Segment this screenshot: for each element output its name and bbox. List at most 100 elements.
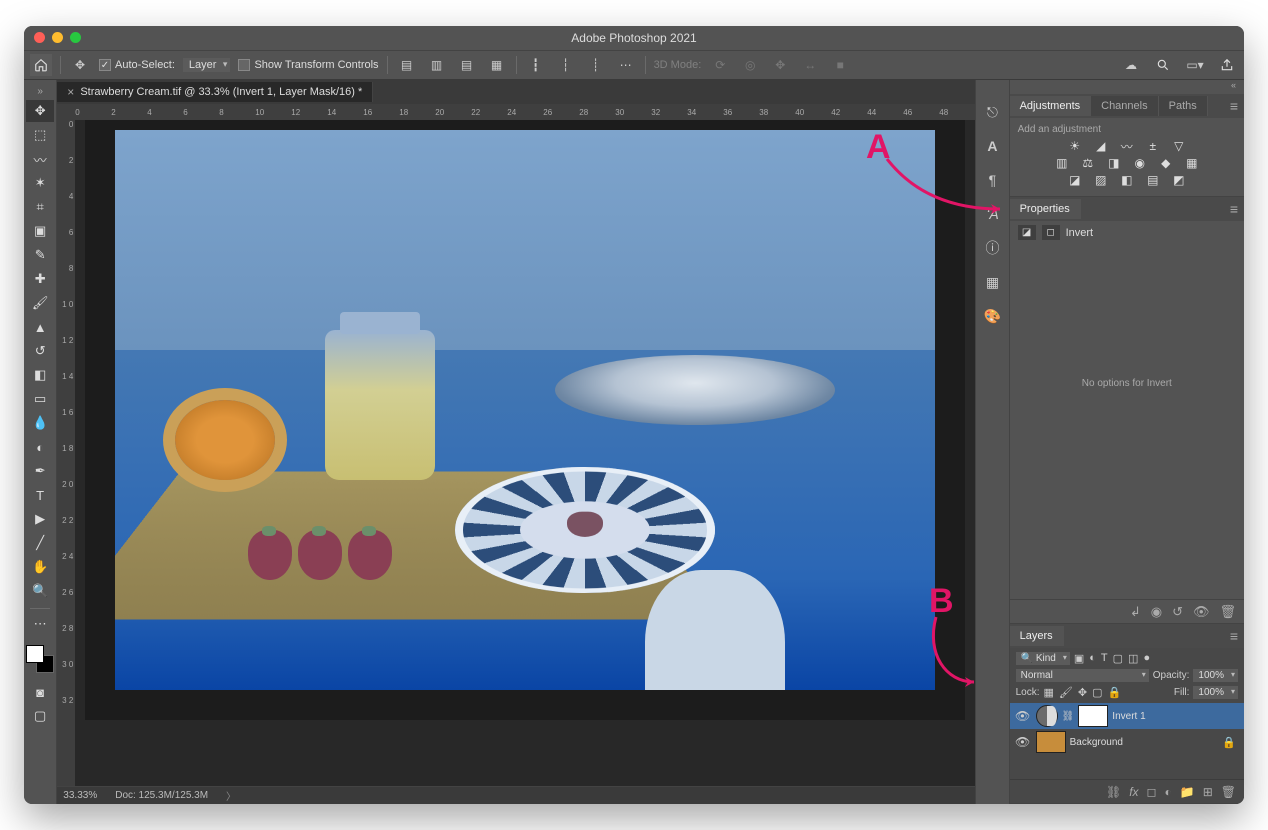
search-button[interactable] bbox=[1152, 54, 1174, 76]
clip-to-layer-icon[interactable]: ↲ bbox=[1130, 604, 1141, 620]
crop-tool[interactable]: ⌗ bbox=[26, 196, 54, 218]
edit-toolbar-button[interactable]: ⋯ bbox=[26, 613, 54, 635]
exposure-icon[interactable]: ± bbox=[1144, 139, 1162, 153]
new-layer-icon[interactable]: ⊞ bbox=[1203, 785, 1213, 799]
foreground-color-swatch[interactable] bbox=[26, 645, 44, 663]
paragraph-panel-icon[interactable]: ¶ bbox=[982, 170, 1002, 190]
properties-tab[interactable]: Properties bbox=[1010, 199, 1081, 219]
filter-type-icon[interactable]: T bbox=[1101, 652, 1108, 665]
align-center-h-button[interactable]: ▥ bbox=[426, 54, 448, 76]
glyphs-panel-icon[interactable]: ʻA bbox=[982, 204, 1002, 224]
show-transform-toggle[interactable]: Show Transform Controls bbox=[238, 59, 378, 71]
color-lookup-icon[interactable]: ▦ bbox=[1183, 156, 1201, 170]
cloud-docs-button[interactable]: ☁ bbox=[1120, 54, 1142, 76]
move-tool[interactable]: ✥ bbox=[26, 100, 54, 122]
history-brush-tool[interactable]: ↺ bbox=[26, 340, 54, 362]
document-tab[interactable]: × Strawberry Cream.tif @ 33.3% (Invert 1… bbox=[57, 82, 373, 102]
threshold-icon[interactable]: ◧ bbox=[1118, 173, 1136, 187]
distribute-3-button[interactable]: ┊ bbox=[585, 54, 607, 76]
vertical-ruler[interactable]: 024681 01 21 41 61 82 02 22 42 62 83 03 … bbox=[57, 120, 75, 786]
black-white-icon[interactable]: ◨ bbox=[1105, 156, 1123, 170]
visibility-toggle[interactable]: 👁 bbox=[1014, 735, 1032, 749]
distribute-v-button[interactable]: ┆ bbox=[555, 54, 577, 76]
close-window-button[interactable] bbox=[34, 32, 45, 43]
shape-tool[interactable]: ╱ bbox=[26, 532, 54, 554]
filter-toggle-icon[interactable]: ● bbox=[1143, 652, 1150, 665]
type-tool[interactable]: T bbox=[26, 484, 54, 506]
brightness-contrast-icon[interactable]: ☀ bbox=[1066, 139, 1084, 153]
invert-icon[interactable]: ◪ bbox=[1066, 173, 1084, 187]
canvas[interactable] bbox=[75, 120, 975, 786]
layers-tab[interactable]: Layers bbox=[1010, 626, 1064, 646]
color-panel-icon[interactable]: 🎨 bbox=[982, 306, 1002, 326]
eraser-tool[interactable]: ◧ bbox=[26, 364, 54, 386]
reset-icon[interactable]: ↺ bbox=[1172, 604, 1183, 620]
panel-menu-icon[interactable]: ≡ bbox=[1230, 98, 1244, 114]
healing-tool[interactable]: ✚ bbox=[26, 268, 54, 290]
lock-transparency-icon[interactable]: ▦ bbox=[1044, 686, 1054, 699]
more-align-button[interactable]: ⋯ bbox=[615, 54, 637, 76]
filter-adjustment-icon[interactable]: ◐ bbox=[1089, 652, 1096, 665]
toggle-visibility-icon[interactable]: 👁 bbox=[1193, 604, 1210, 620]
visibility-toggle[interactable]: 👁 bbox=[1014, 709, 1032, 723]
filter-pixel-icon[interactable]: ▣ bbox=[1074, 652, 1084, 665]
hand-tool[interactable]: ✋ bbox=[26, 556, 54, 578]
align-left-button[interactable]: ▤ bbox=[396, 54, 418, 76]
view-previous-icon[interactable]: ◉ bbox=[1151, 604, 1162, 620]
channels-tab[interactable]: Channels bbox=[1091, 96, 1158, 116]
lasso-tool[interactable]: 〰 bbox=[26, 148, 54, 170]
lock-artboard-icon[interactable]: ▢ bbox=[1092, 686, 1102, 699]
delete-layer-icon[interactable]: 🗑 bbox=[1221, 785, 1236, 799]
link-layers-icon[interactable]: ⛓ bbox=[1106, 785, 1121, 799]
panel-menu-icon[interactable]: ≡ bbox=[1230, 628, 1244, 644]
lock-position-icon[interactable]: ✥ bbox=[1078, 686, 1087, 699]
gradient-tool[interactable]: ▭ bbox=[26, 388, 54, 410]
color-balance-icon[interactable]: ⚖ bbox=[1079, 156, 1097, 170]
clone-stamp-tool[interactable]: ▲ bbox=[26, 316, 54, 338]
eyedropper-tool[interactable]: ✎ bbox=[26, 244, 54, 266]
paths-tab[interactable]: Paths bbox=[1159, 96, 1208, 116]
auto-select-target-dropdown[interactable]: Layer bbox=[183, 58, 231, 72]
filter-smart-icon[interactable]: ◫ bbox=[1128, 652, 1138, 665]
opacity-input[interactable]: 100% bbox=[1193, 669, 1238, 682]
home-button[interactable] bbox=[30, 54, 52, 76]
share-button[interactable] bbox=[1216, 54, 1238, 76]
adjustments-tab[interactable]: Adjustments bbox=[1010, 96, 1092, 116]
fill-input[interactable]: 100% bbox=[1193, 686, 1238, 699]
auto-select-toggle[interactable]: ✓ Auto-Select: bbox=[99, 59, 175, 71]
distribute-h-button[interactable]: ┇ bbox=[525, 54, 547, 76]
layer-background[interactable]: 👁 Background 🔒 bbox=[1010, 729, 1244, 755]
pen-tool[interactable]: ✒ bbox=[26, 460, 54, 482]
quick-select-tool[interactable]: ✶ bbox=[26, 172, 54, 194]
history-panel-icon[interactable]: ⎋ bbox=[982, 102, 1002, 122]
layer-name[interactable]: Invert 1 bbox=[1112, 711, 1145, 722]
layer-invert-1[interactable]: 👁 ⛓ Invert 1 bbox=[1010, 703, 1244, 729]
close-tab-icon[interactable]: × bbox=[67, 85, 74, 99]
new-group-icon[interactable]: 📁 bbox=[1180, 785, 1195, 799]
layer-filter-dropdown[interactable]: 🔍 Kind bbox=[1016, 652, 1070, 665]
posterize-icon[interactable]: ▨ bbox=[1092, 173, 1110, 187]
character-panel-icon[interactable]: A bbox=[982, 136, 1002, 156]
layer-mask-thumbnail[interactable] bbox=[1078, 705, 1108, 727]
delete-adjustment-icon[interactable]: 🗑 bbox=[1219, 604, 1236, 620]
channel-mixer-icon[interactable]: ◆ bbox=[1157, 156, 1175, 170]
info-panel-icon[interactable]: ⓘ bbox=[982, 238, 1002, 258]
link-icon[interactable]: ⛓ bbox=[1062, 711, 1075, 722]
color-swatches[interactable] bbox=[26, 645, 54, 673]
toolbar-handle-icon[interactable]: » bbox=[37, 86, 43, 97]
swatches-panel-icon[interactable]: ▦ bbox=[982, 272, 1002, 292]
doc-info[interactable]: Doc: 125.3M/125.3M bbox=[115, 790, 208, 801]
panel-collapse-handle[interactable]: « bbox=[1010, 80, 1244, 94]
zoom-level[interactable]: 33.33% bbox=[63, 790, 97, 801]
frame-tool[interactable]: ▣ bbox=[26, 220, 54, 242]
screen-mode-button[interactable]: ▢ bbox=[26, 705, 54, 727]
hue-sat-icon[interactable]: ▥ bbox=[1053, 156, 1071, 170]
levels-icon[interactable]: ◢ bbox=[1092, 139, 1110, 153]
zoom-tool[interactable]: 🔍 bbox=[26, 580, 54, 602]
quick-mask-button[interactable]: ◙ bbox=[26, 681, 54, 703]
lock-all-icon[interactable]: 🔒 bbox=[1108, 686, 1122, 699]
horizontal-ruler[interactable]: 0246810121416182022242628303234363840424… bbox=[57, 104, 975, 120]
dodge-tool[interactable]: ◐ bbox=[26, 436, 54, 458]
panel-menu-icon[interactable]: ≡ bbox=[1230, 201, 1244, 217]
new-adjustment-icon[interactable]: ◐ bbox=[1165, 785, 1172, 799]
